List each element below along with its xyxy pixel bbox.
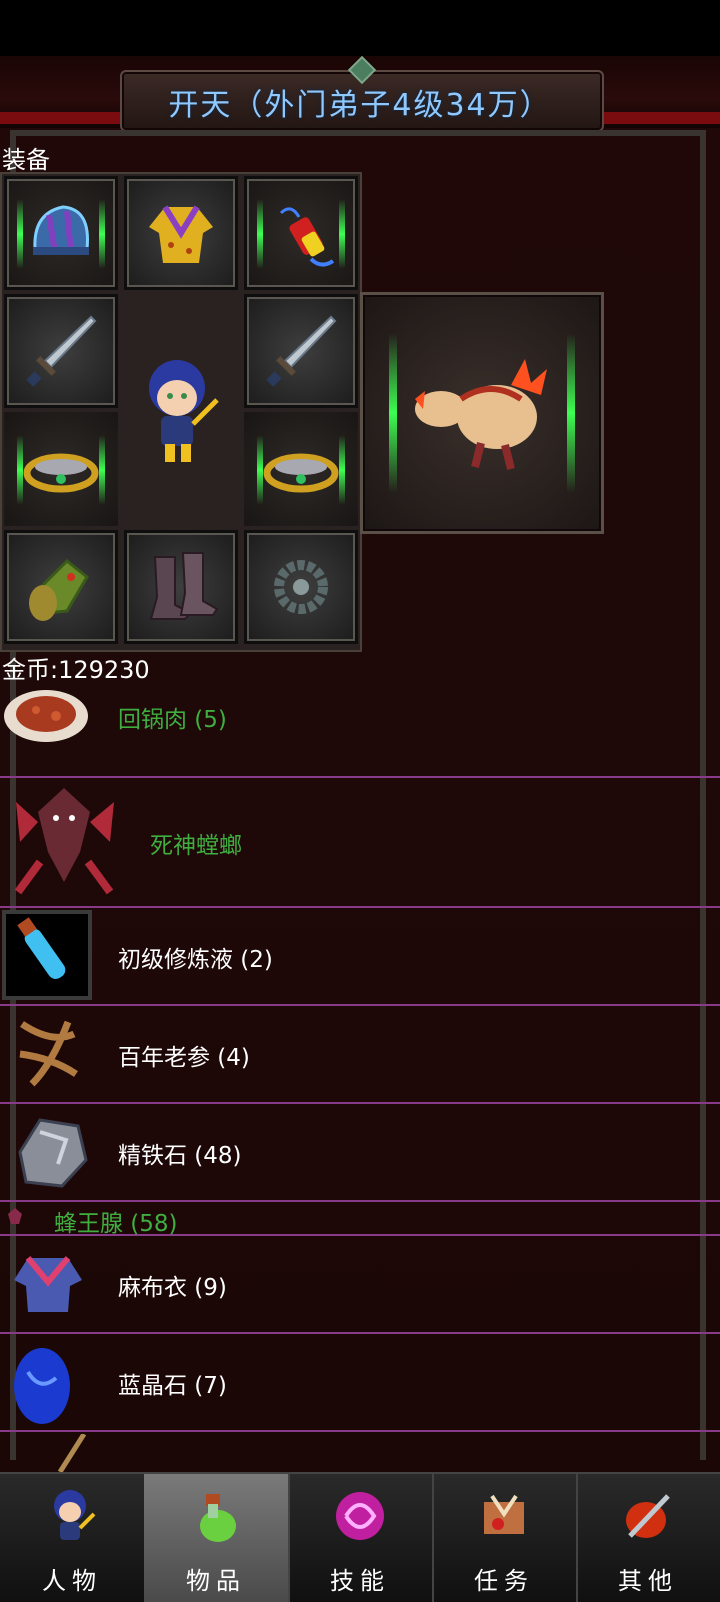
item-name: 初级修炼液 (2) xyxy=(118,947,273,973)
quest-icon xyxy=(484,1494,524,1534)
list-item[interactable]: 麻布衣 (9) xyxy=(0,1236,720,1334)
other-icon xyxy=(626,1494,670,1538)
tab-quests[interactable]: 任务 xyxy=(432,1474,578,1602)
list-item[interactable]: 死神螳螂 xyxy=(0,778,720,908)
list-item[interactable]: 百年老参 (4) xyxy=(0,1006,720,1104)
robe-icon xyxy=(149,205,213,263)
tab-label: 物品 xyxy=(186,1567,246,1595)
equipment-grid xyxy=(0,172,362,652)
list-item[interactable]: 回锅肉 (5) xyxy=(0,672,720,778)
item-name: 百年老参 (4) xyxy=(118,1045,250,1071)
item-name: 死神螳螂 xyxy=(150,833,242,859)
ring-right-slot[interactable] xyxy=(244,412,358,526)
hero-avatar xyxy=(124,294,238,524)
pet-slot[interactable] xyxy=(360,292,604,534)
weapon-left-slot[interactable] xyxy=(4,294,118,408)
necklace-slot[interactable] xyxy=(244,530,358,644)
boots-slot[interactable] xyxy=(124,530,238,644)
tab-label: 人物 xyxy=(42,1567,102,1595)
bracer-slot[interactable] xyxy=(4,530,118,644)
skill-orb-icon xyxy=(336,1492,384,1540)
twice-cooked-pork-icon xyxy=(4,690,88,742)
bottom-tab-bar: 人物 物品 技能 任务 其他 xyxy=(0,1472,720,1602)
list-item[interactable] xyxy=(0,1432,720,1472)
iron-ore-icon xyxy=(18,1118,88,1188)
weapon-right-slot[interactable] xyxy=(244,294,358,408)
tab-other[interactable]: 其他 xyxy=(576,1474,720,1602)
header-ornament-left xyxy=(0,112,140,124)
ring-icon xyxy=(23,453,99,493)
ring-icon xyxy=(263,453,339,493)
tab-character[interactable]: 人物 xyxy=(0,1474,146,1602)
death-mantis-icon xyxy=(14,788,114,895)
firecracker-icon xyxy=(279,207,335,267)
linen-robe-icon xyxy=(14,1256,82,1312)
list-item[interactable]: 蜂王腺 (58) xyxy=(0,1202,720,1237)
page-title: 开天（外门弟子4级34万） xyxy=(168,88,552,123)
partial-item-icon xyxy=(57,1434,87,1472)
tab-skills[interactable]: 技能 xyxy=(288,1474,434,1602)
list-item[interactable]: 蓝晶石 (7) xyxy=(0,1334,720,1432)
fire-lizard-icon xyxy=(415,359,547,470)
items-potion-icon xyxy=(200,1494,236,1542)
item-name: 精铁石 (48) xyxy=(118,1143,242,1169)
bee-gland-icon xyxy=(8,1208,22,1224)
tab-label: 其他 xyxy=(618,1567,678,1595)
item-name: 蓝晶石 (7) xyxy=(118,1373,227,1399)
character-icon xyxy=(54,1490,96,1540)
item-name: 回锅肉 (5) xyxy=(118,707,227,733)
list-item[interactable]: 初级修炼液 (2) xyxy=(0,908,720,1006)
sword-icon xyxy=(26,315,97,387)
potion-slot-frame xyxy=(2,910,92,1000)
tab-label: 技能 xyxy=(330,1567,390,1595)
frame-top xyxy=(10,130,706,136)
ring-left-slot[interactable] xyxy=(4,412,118,526)
potion-vial-icon xyxy=(17,917,66,979)
prayer-beads-icon xyxy=(274,560,328,614)
bracer-icon xyxy=(29,558,89,621)
sword-icon xyxy=(266,315,337,387)
item-name: 麻布衣 (9) xyxy=(118,1275,227,1301)
ginseng-icon xyxy=(19,1020,78,1087)
accessory-slot[interactable] xyxy=(244,176,358,290)
blue-crystal-icon xyxy=(14,1348,70,1424)
helmet-slot[interactable] xyxy=(4,176,118,290)
armor-slot[interactable] xyxy=(124,176,238,290)
item-name: 蜂王腺 (58) xyxy=(54,1211,178,1237)
tab-items[interactable]: 物品 xyxy=(144,1474,290,1602)
helmet-icon xyxy=(33,205,89,255)
boots-icon xyxy=(149,552,219,620)
equipment-label: 装备 xyxy=(2,146,50,174)
tab-label: 任务 xyxy=(474,1567,534,1595)
list-item[interactable]: 精铁石 (48) xyxy=(0,1104,720,1202)
status-bar xyxy=(0,0,720,56)
hero-avatar-icon xyxy=(149,360,219,462)
